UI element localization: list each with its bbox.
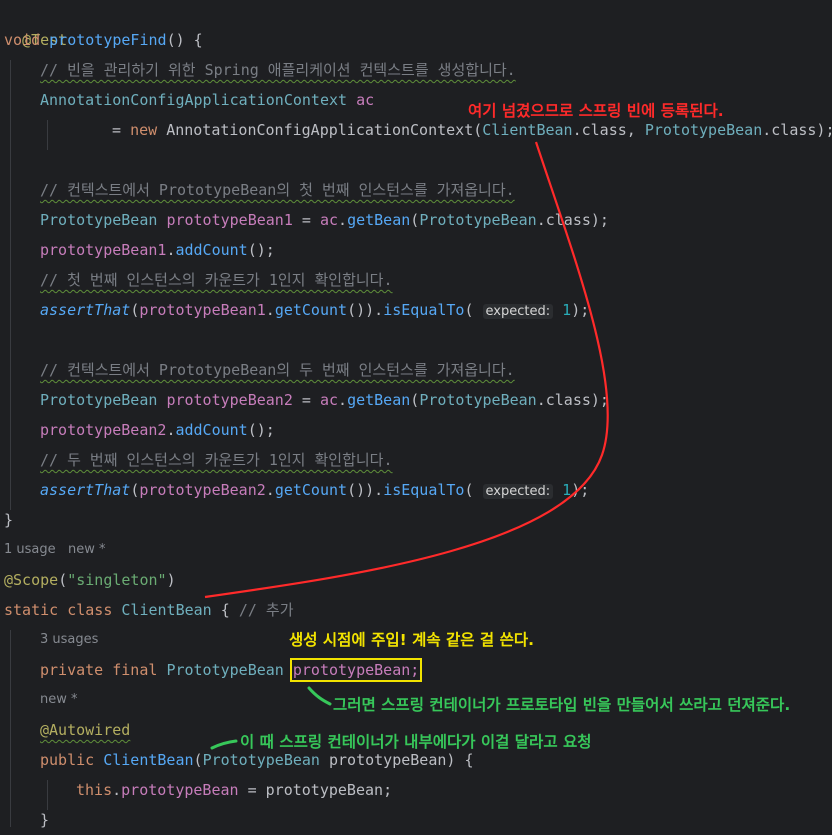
red-annotation-note: 여기 넘겼으므로 스프링 빈에 등록된다. (468, 102, 724, 120)
green-pointer-line (210, 739, 238, 750)
yellow-annotation-note: 생성 시점에 주입! 계속 같은 걸 쓴다. (289, 631, 534, 649)
green-pointer-line (307, 686, 332, 706)
green-annotation-note: 그러면 스프링 컨테이너가 프로토타입 빈을 만들어서 쓰라고 던져준다. (333, 696, 791, 714)
red-arrow-line (204, 141, 609, 599)
green-annotation-note: 이 때 스프링 컨테이너가 내부에다가 이걸 달라고 요청 (240, 733, 592, 751)
